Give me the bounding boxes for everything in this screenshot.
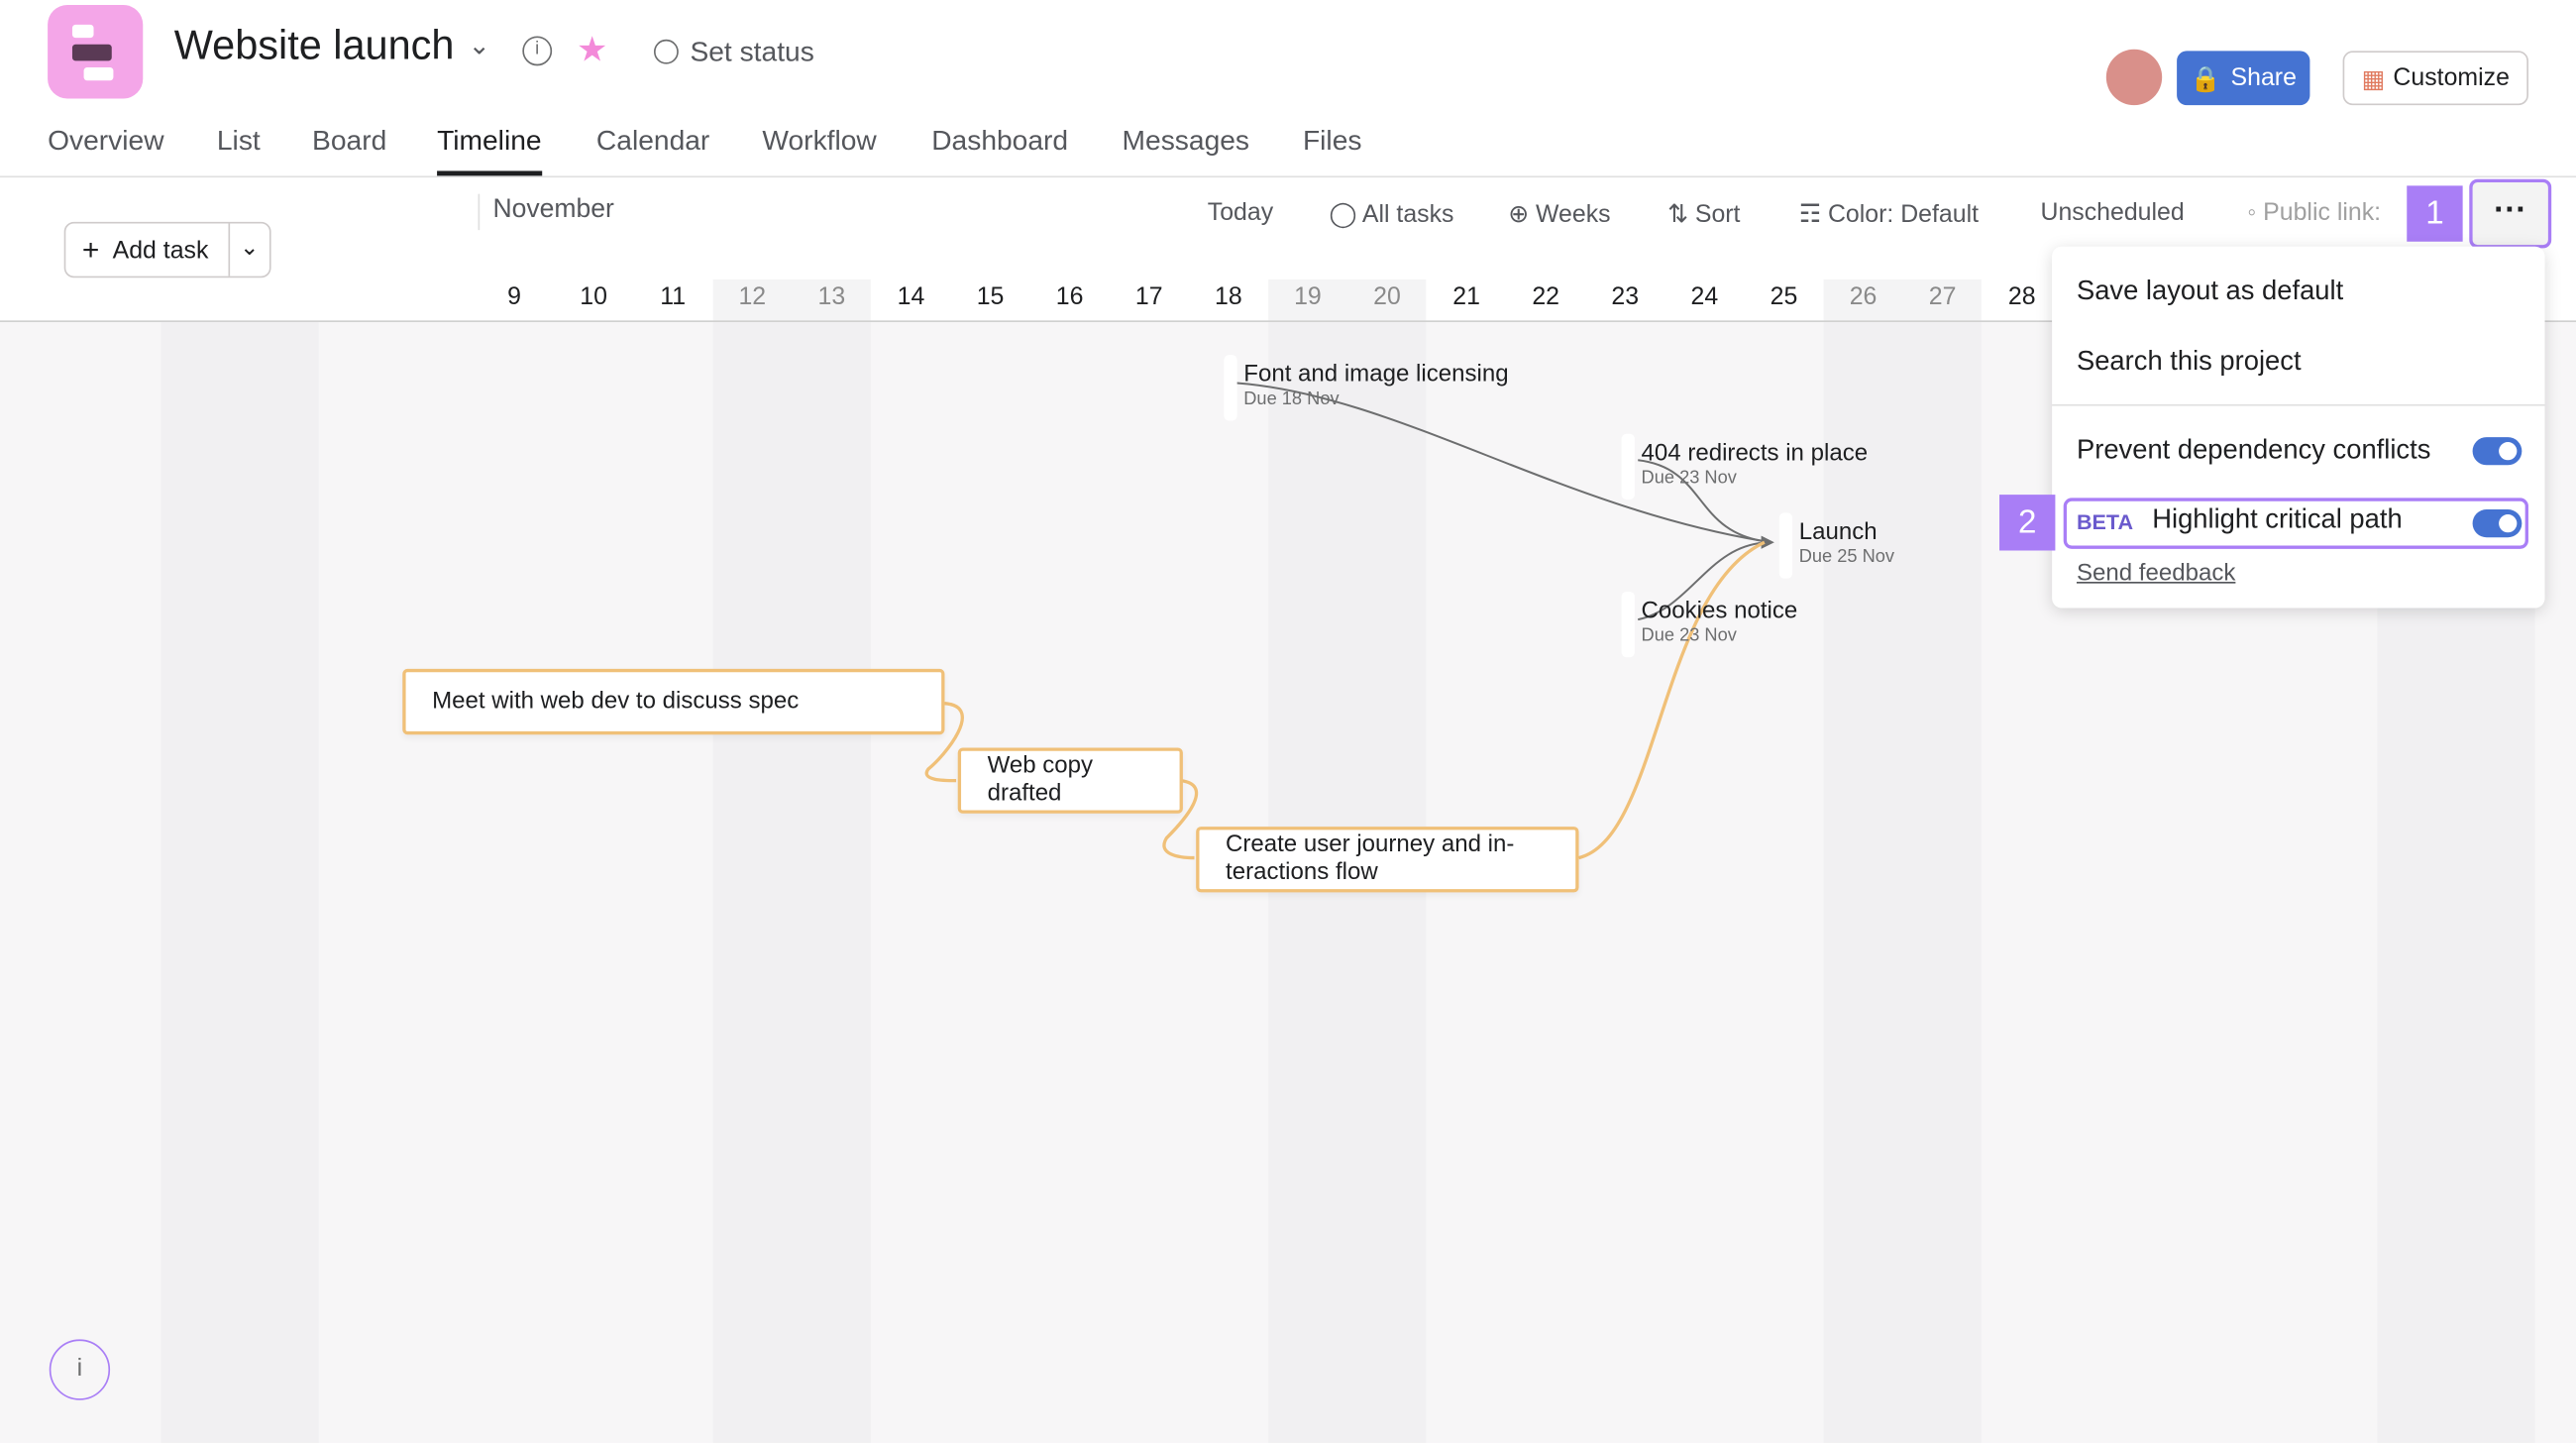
prevent-conflicts-toggle[interactable] xyxy=(2472,437,2522,466)
menu-item-prevent-conflicts: Prevent dependency conflicts xyxy=(2076,435,2431,466)
milestone[interactable]: Cookies notice Due 23 Nov xyxy=(1621,591,1797,658)
task-bar[interactable]: Web copy drafted xyxy=(957,747,1183,814)
beta-badge: BETA xyxy=(2076,509,2134,534)
help-info-button[interactable]: i xyxy=(49,1339,111,1400)
menu-item-search-project[interactable]: Search this project xyxy=(2077,347,2302,379)
milestone[interactable]: 404 redirects in place Due 23 Nov xyxy=(1621,433,1868,500)
menu-item-save-layout[interactable]: Save layout as default xyxy=(2077,277,2343,308)
annotation-badge-2: 2 xyxy=(1999,495,2056,551)
task-bar[interactable]: Create user journey and in-teractions fl… xyxy=(1196,827,1579,893)
milestone-launch[interactable]: Launch Due 25 Nov xyxy=(1778,512,1894,579)
dependency-lines xyxy=(924,382,1774,860)
milestone[interactable]: Font and image licensing Due 18 Nov xyxy=(1224,355,1509,421)
critical-path-toggle[interactable] xyxy=(2472,509,2522,538)
more-options-menu: Save layout as default Search this proje… xyxy=(2052,246,2545,609)
task-bar[interactable]: Meet with web dev to discuss spec xyxy=(402,668,945,735)
send-feedback-link[interactable]: Send feedback xyxy=(2077,560,2235,587)
menu-item-critical-path: Highlight critical path xyxy=(2152,504,2403,534)
critical-path-line xyxy=(1578,540,1766,860)
